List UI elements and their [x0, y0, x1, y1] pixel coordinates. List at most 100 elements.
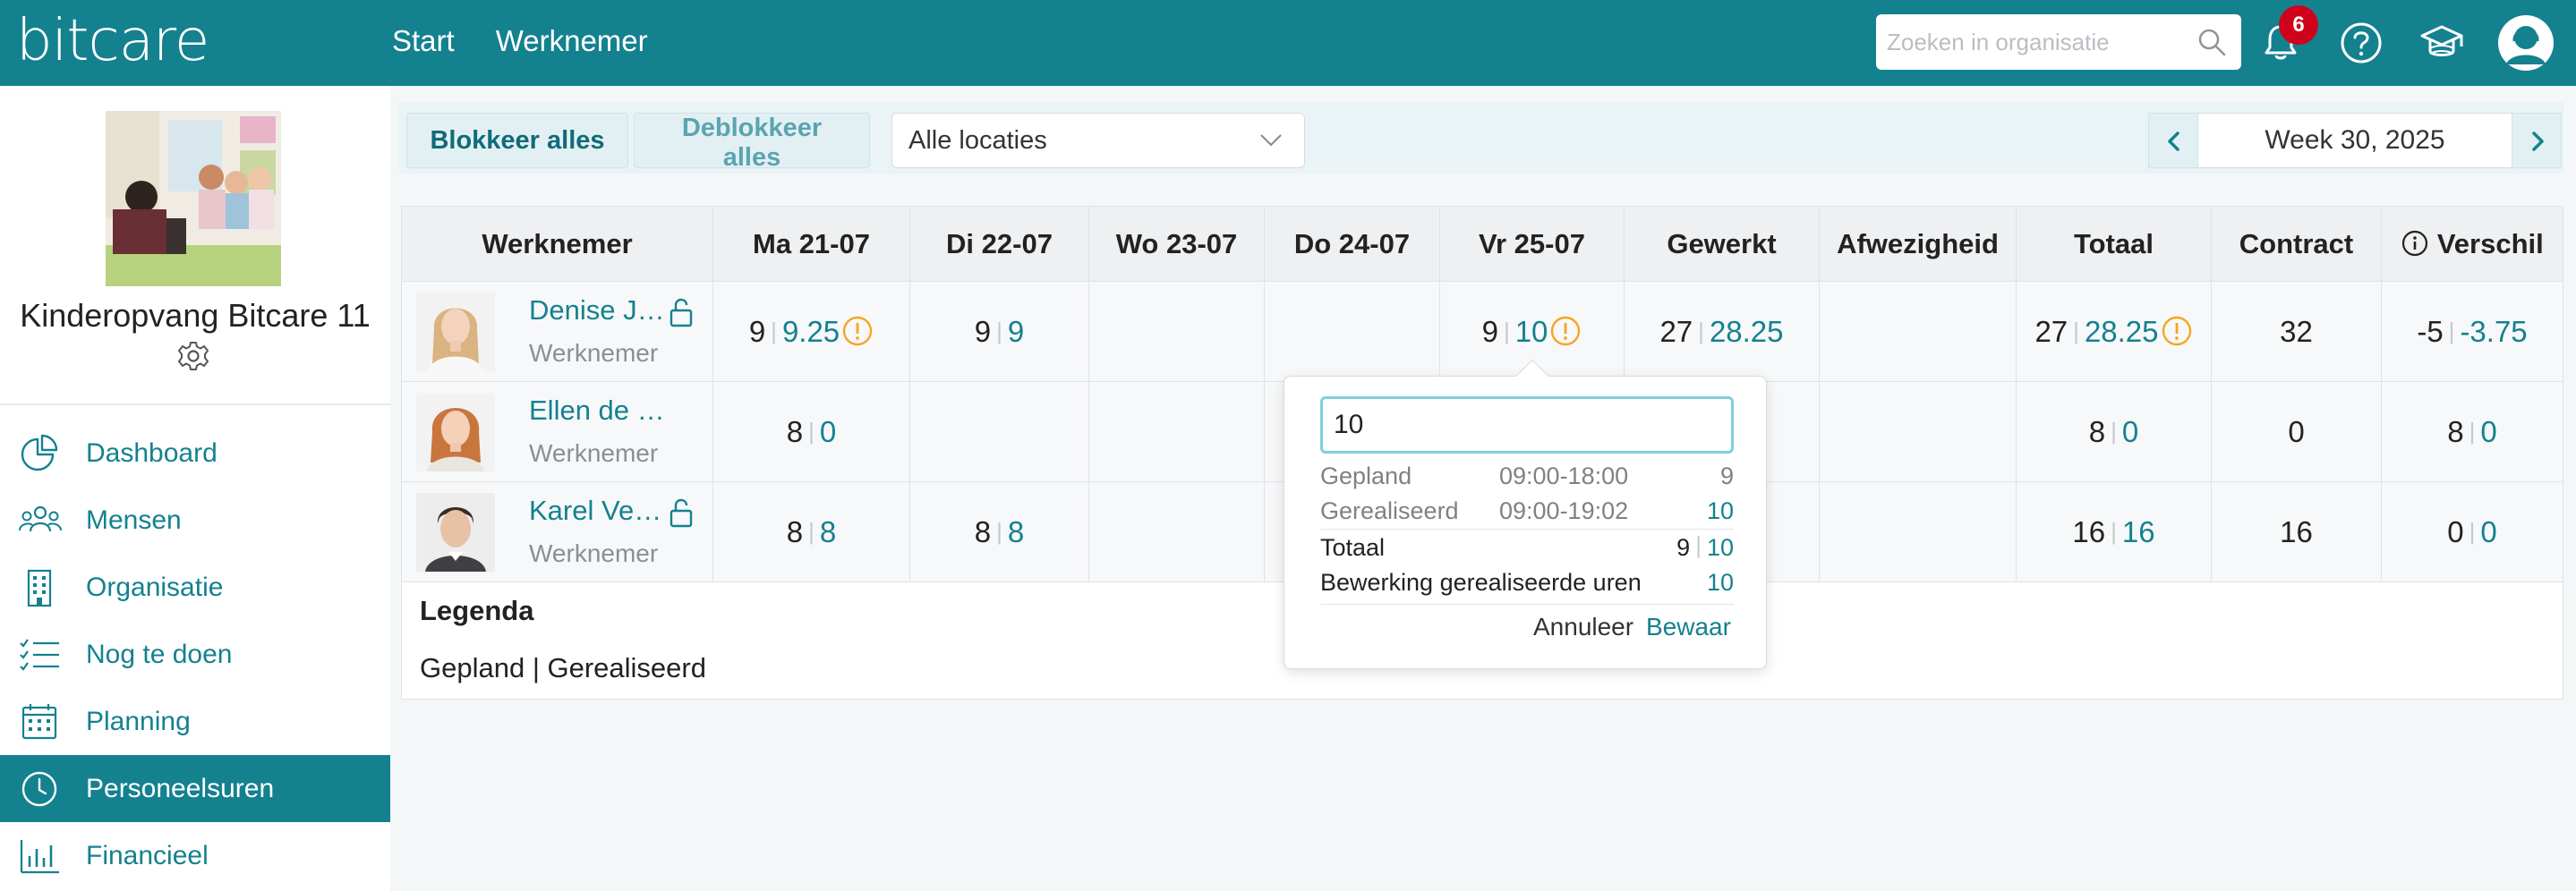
separator: |: [1503, 318, 1510, 344]
header-werknemer[interactable]: Werknemer: [402, 207, 713, 282]
calendar-icon: [21, 704, 57, 740]
popover-row-gepland: Gepland 09:00-18:00 9: [1320, 459, 1734, 493]
day-cell[interactable]: 9 | 9.25: [713, 282, 910, 382]
planned-hours: 8: [974, 515, 992, 548]
popover-row-totaal: Totaal 9 | 10: [1320, 530, 1734, 564]
sidebar-item-financieel[interactable]: Financieel: [0, 822, 390, 889]
week-label: Week 30, 2025: [2198, 113, 2512, 168]
building-icon: [27, 569, 52, 607]
planned-hours: 0: [2447, 515, 2464, 548]
organization-name: Kinderopvang Bitcare 11: [20, 297, 371, 334]
day-cell[interactable]: [910, 382, 1089, 482]
sidebar-item-dashboard[interactable]: Dashboard: [0, 420, 390, 487]
sidebar-item-planning[interactable]: Planning: [0, 688, 390, 755]
separator: |: [2469, 518, 2476, 545]
table-header: Werknemer Ma 21-07 Di 22-07 Wo 23-07 Do …: [402, 207, 2563, 282]
day-cell[interactable]: [1265, 282, 1440, 382]
save-button[interactable]: Bewaar: [1646, 613, 1731, 641]
sidebar-item-organisatie[interactable]: Organisatie: [0, 554, 390, 621]
top-nav: Start Werknemer: [392, 23, 648, 59]
nav-start[interactable]: Start: [392, 23, 455, 59]
avatar: [416, 393, 495, 471]
planned-hours: 9: [748, 315, 766, 348]
popover-divider: [1320, 529, 1734, 530]
cancel-button[interactable]: Annuleer: [1533, 613, 1633, 641]
realized-hours: 8: [1007, 515, 1025, 548]
sidebar-item-personeelsuren[interactable]: Personeelsuren: [0, 755, 390, 822]
warning-icon[interactable]: [2161, 315, 2193, 347]
employee-role: Werknemer: [529, 539, 659, 567]
separator: |: [2111, 518, 2117, 545]
separator: |: [1698, 318, 1704, 344]
popover-value: 10: [1706, 569, 1734, 596]
realized-hours: 28.25: [2084, 315, 2159, 348]
realized-hours: 0: [819, 415, 837, 448]
employee-name[interactable]: Karel Ve…: [529, 495, 661, 527]
next-week-button[interactable]: [2512, 113, 2562, 168]
day-cell[interactable]: [1089, 382, 1265, 482]
planned-hours: 8: [786, 415, 804, 448]
header-verschil: Verschil: [2382, 207, 2563, 282]
afwezigheid-cell: [1820, 482, 2017, 582]
notification-badge[interactable]: 6: [2279, 5, 2318, 45]
day-cell[interactable]: 8 | 8: [910, 482, 1089, 582]
edit-hours-popover: Gepland 09:00-18:00 9 Gerealiseerd 09:00…: [1284, 359, 1767, 669]
search-input[interactable]: [1887, 14, 2191, 70]
realized-hours: 28.25: [1709, 315, 1784, 348]
employee-cell: Karel Ve… Werknemer: [402, 482, 713, 582]
sidebar-item-label: Organisatie: [86, 573, 224, 602]
unblock-all-button[interactable]: Deblokkeer alles: [634, 113, 870, 172]
realized-hours: 16: [2121, 515, 2155, 548]
day-cell[interactable]: [1089, 282, 1265, 382]
search-box: [1876, 14, 2241, 70]
separator: |: [996, 318, 1002, 344]
separator: |: [2073, 318, 2079, 344]
header-day: Vr 25-07: [1440, 207, 1625, 282]
previous-week-button[interactable]: [2148, 113, 2198, 168]
help-icon[interactable]: [2336, 18, 2386, 68]
verschil-cell: -5 | -3.75: [2382, 282, 2563, 382]
block-all-button[interactable]: Blokkeer alles: [406, 113, 628, 168]
employee-name[interactable]: Denise J…: [529, 294, 665, 327]
separator: |: [996, 518, 1002, 545]
warning-icon[interactable]: [841, 315, 874, 347]
day-cell[interactable]: 8 | 8: [713, 482, 910, 582]
unlock-icon[interactable]: [667, 496, 695, 529]
sidebar-item-mensen[interactable]: Mensen: [0, 487, 390, 554]
warning-icon[interactable]: [1549, 315, 1582, 347]
header-day: Do 24-07: [1265, 207, 1440, 282]
header-verschil-label: Verschil: [2436, 228, 2544, 259]
employee-name[interactable]: Ellen de …: [529, 395, 665, 427]
day-cell[interactable]: 9 | 9: [910, 282, 1089, 382]
separator: |: [2448, 318, 2455, 344]
separator: |: [771, 318, 777, 344]
day-cell[interactable]: 8 | 0: [713, 382, 910, 482]
planned-hours: 8: [2447, 415, 2464, 448]
popover-value: 10: [1706, 497, 1734, 524]
info-icon[interactable]: [2401, 229, 2429, 258]
planned-hours: -5: [2417, 315, 2444, 348]
realized-hours-input[interactable]: [1320, 396, 1734, 454]
sidebar: Kinderopvang Bitcare 11 Dashboard Mensen: [0, 86, 390, 891]
user-avatar-icon[interactable]: [2497, 14, 2555, 72]
sidebar-item-nog-te-doen[interactable]: Nog te doen: [0, 621, 390, 688]
header-day: Ma 21-07: [713, 207, 910, 282]
graduation-cap-icon[interactable]: [2417, 18, 2467, 68]
unlock-icon[interactable]: [667, 296, 695, 328]
realized-hours: 0: [2121, 415, 2139, 448]
separator: |: [2111, 418, 2117, 445]
contract-cell: 16: [2212, 482, 2382, 582]
popover-label: Gerealiseerd: [1320, 497, 1459, 524]
bitcare-logo[interactable]: bitcare: [16, 5, 209, 77]
contract-cell: 32: [2212, 282, 2382, 382]
sidebar-divider: [0, 403, 390, 405]
gear-icon[interactable]: [175, 338, 211, 374]
day-cell[interactable]: [1089, 482, 1265, 582]
realized-hours: 9.25: [781, 315, 840, 348]
top-bar: bitcare Start Werknemer 6: [0, 0, 2576, 86]
nav-werknemer[interactable]: Werknemer: [496, 23, 648, 59]
search-icon[interactable]: [2196, 27, 2227, 57]
legend-title: Legenda: [420, 595, 534, 626]
chevron-left-icon: [2168, 132, 2179, 151]
location-select[interactable]: Alle locaties: [891, 113, 1305, 168]
